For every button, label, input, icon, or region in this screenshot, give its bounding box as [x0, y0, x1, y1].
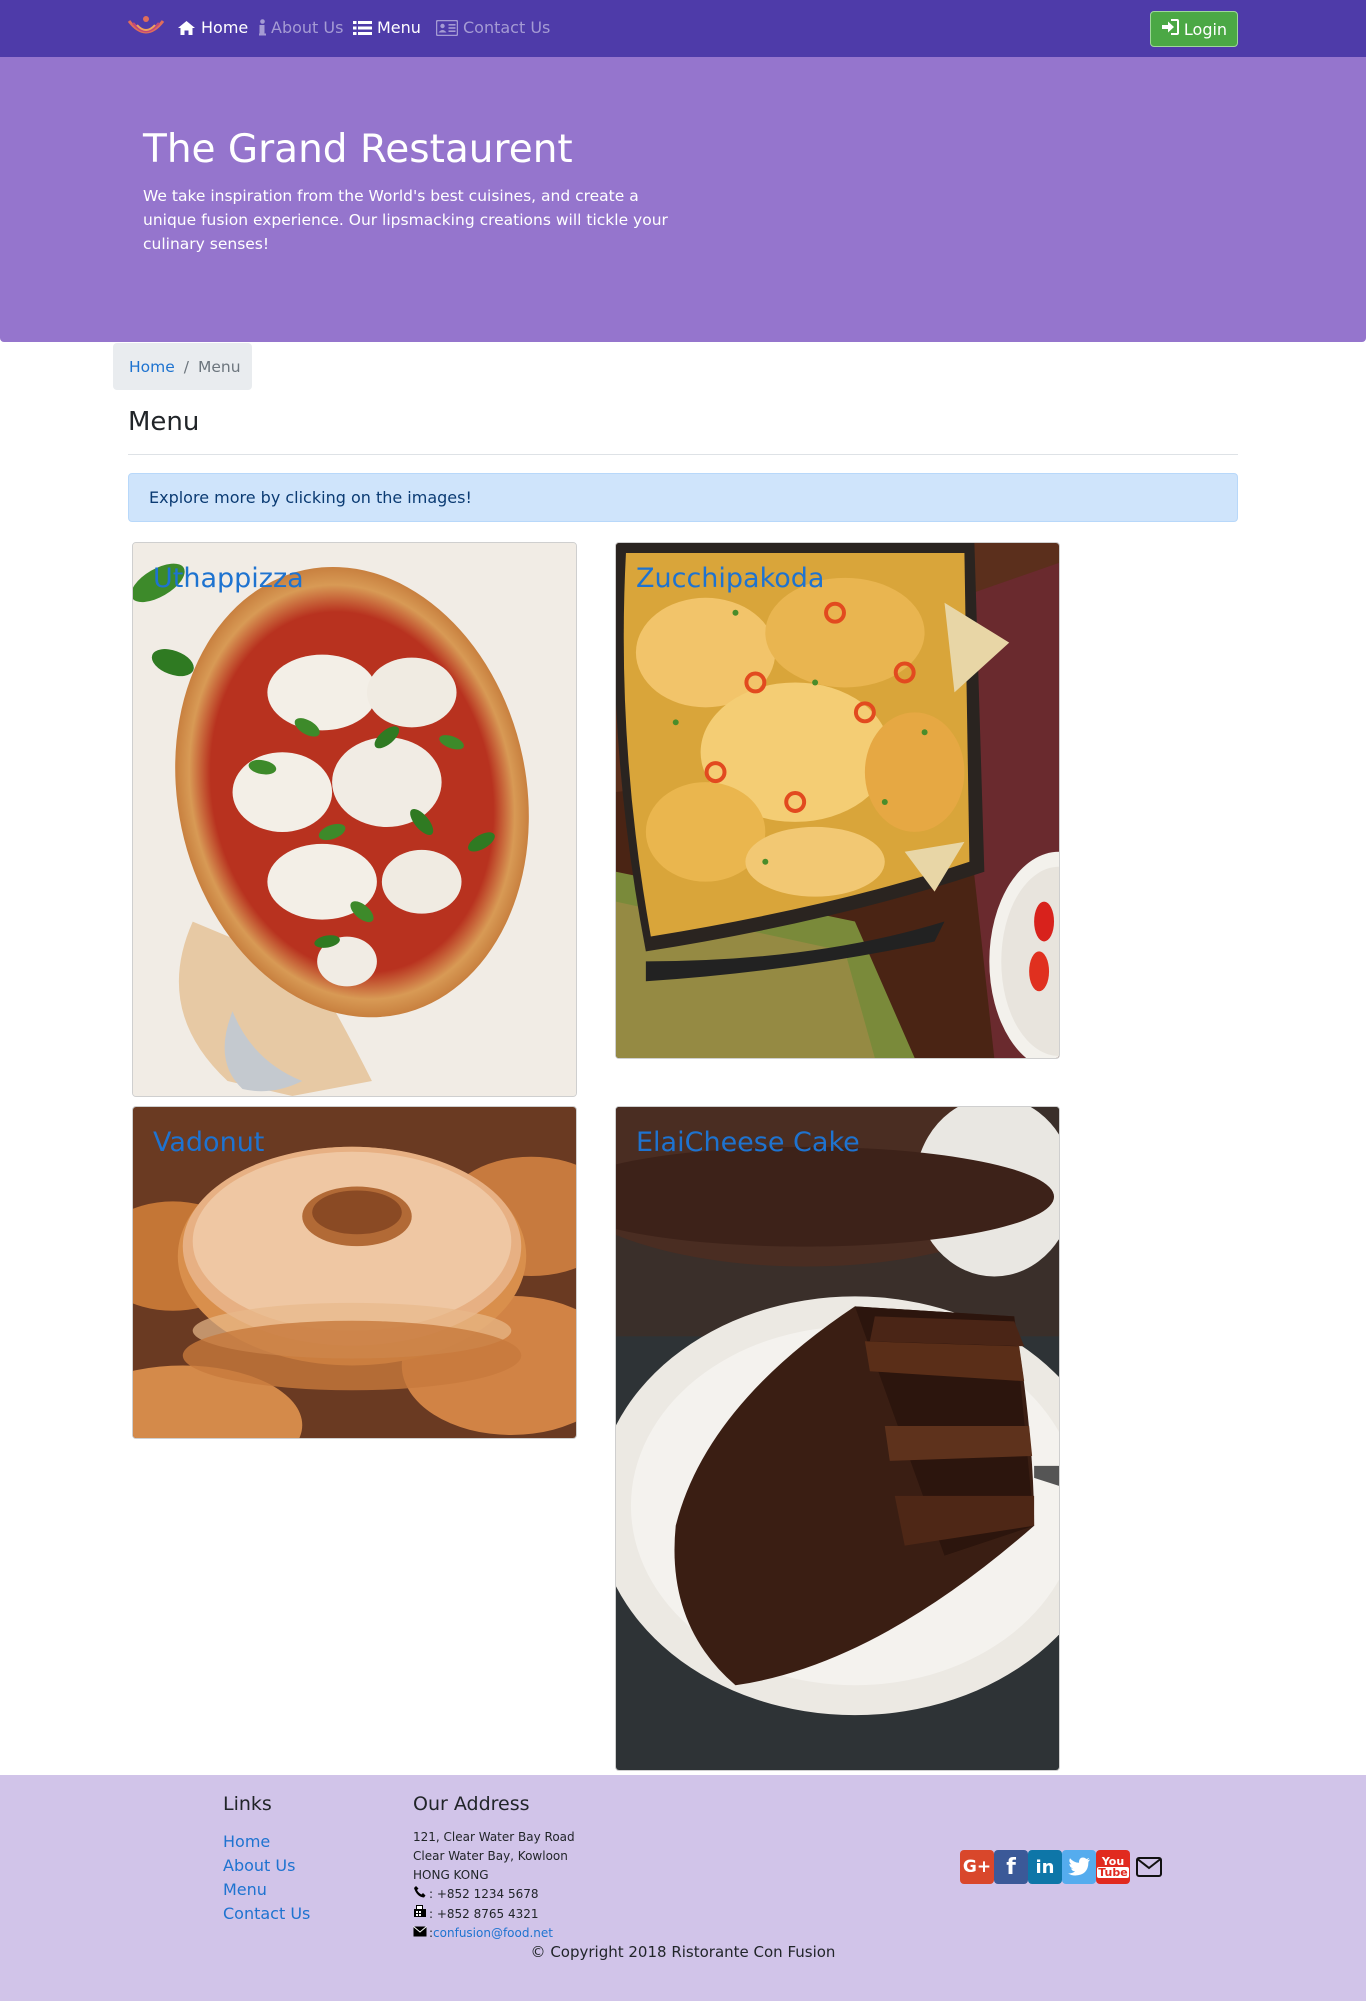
- dish-title: Uthappizza: [153, 563, 304, 594]
- address-line: Clear Water Bay, Kowloon: [413, 1849, 568, 1863]
- twitter-icon[interactable]: [1062, 1850, 1096, 1884]
- social-buttons: G+ f in You Tube: [960, 1850, 1168, 1884]
- login-label: Login: [1183, 19, 1228, 39]
- youtube-icon[interactable]: You Tube: [1096, 1850, 1130, 1884]
- divider: [128, 454, 1238, 455]
- phone-icon: [413, 1885, 429, 1904]
- home-icon: [177, 20, 196, 36]
- address-line: HONG KONG: [413, 1868, 489, 1882]
- footer-link-contact[interactable]: Contact Us: [223, 1902, 310, 1926]
- breadcrumb: Home / Menu: [113, 343, 252, 390]
- nav-item-label: Home: [201, 18, 249, 37]
- footer-links-list: Home About Us Menu Contact Us: [223, 1830, 310, 1926]
- nav-item-home[interactable]: Home: [177, 18, 248, 37]
- nav-item-label: Menu: [377, 18, 421, 37]
- info-alert: Explore more by clicking on the images!: [128, 473, 1238, 522]
- address-line: 121, Clear Water Bay Road: [413, 1830, 575, 1844]
- phone-line: : +852 1234 5678: [413, 1885, 575, 1904]
- navbar: Home About Us Menu Contact Us Login: [0, 0, 1366, 57]
- restaurant-title: The Grand Restaurent: [143, 127, 573, 172]
- breadcrumb-home-link[interactable]: Home: [129, 358, 175, 376]
- nav-item-menu[interactable]: Menu: [353, 18, 421, 37]
- nav-item-label: Contact Us: [463, 18, 551, 37]
- restaurant-logo[interactable]: [126, 13, 166, 45]
- footer-address-heading: Our Address: [413, 1793, 530, 1815]
- dish-card-elaicheese-cake[interactable]: ElaiCheese Cake: [615, 1106, 1060, 1771]
- footer-link-about[interactable]: About Us: [223, 1854, 310, 1878]
- email-line: : confusion@food.net: [413, 1924, 575, 1943]
- copyright: © Copyright 2018 Ristorante Con Fusion: [530, 1943, 836, 1961]
- address-block: 121, Clear Water Bay Road Clear Water Ba…: [413, 1828, 575, 1943]
- nav-item-contact[interactable]: Contact Us: [436, 18, 550, 37]
- chocolate-cake-image: [616, 1107, 1059, 1770]
- footer-link-home[interactable]: Home: [223, 1830, 310, 1854]
- dish-title: ElaiCheese Cake: [636, 1127, 860, 1158]
- email-link[interactable]: confusion@food.net: [433, 1924, 553, 1943]
- footer-links-heading: Links: [223, 1793, 272, 1815]
- footer: Links Home About Us Menu Contact Us Our …: [0, 1775, 1366, 2001]
- restaurant-description: We take inspiration from the World's bes…: [143, 187, 668, 253]
- phone-number: : +852 1234 5678: [429, 1887, 539, 1901]
- facebook-icon[interactable]: f: [994, 1850, 1028, 1884]
- dish-title: Zucchipakoda: [636, 563, 825, 594]
- nav-item-label: About Us: [271, 18, 344, 37]
- fax-line: : +852 8765 4321: [413, 1904, 575, 1924]
- footer-link-menu[interactable]: Menu: [223, 1878, 310, 1902]
- pizza-image: [133, 543, 576, 1096]
- envelope-icon[interactable]: [1130, 1850, 1168, 1884]
- nav-item-about[interactable]: About Us: [259, 18, 343, 37]
- sign-in-icon: [1161, 19, 1179, 39]
- breadcrumb-current: Menu: [198, 357, 241, 376]
- jumbotron: The Grand Restaurent We take inspiration…: [0, 57, 1366, 342]
- fax-icon: [413, 1904, 429, 1924]
- page-title: Menu: [128, 407, 200, 437]
- login-button[interactable]: Login: [1150, 11, 1238, 47]
- fax-number: : +852 8765 4321: [429, 1906, 539, 1921]
- list-icon: [353, 20, 372, 36]
- address-card-icon: [436, 19, 458, 36]
- dish-card-zucchipakoda[interactable]: Zucchipakoda: [615, 542, 1060, 1059]
- alert-text: Explore more by clicking on the images!: [149, 488, 472, 507]
- nachos-image: [616, 543, 1059, 1058]
- envelope-small-icon: [413, 1924, 429, 1943]
- breadcrumb-separator: /: [183, 357, 190, 376]
- google-plus-icon[interactable]: G+: [960, 1850, 994, 1884]
- linkedin-icon[interactable]: in: [1028, 1850, 1062, 1884]
- info-icon: [259, 19, 266, 36]
- dish-title: Vadonut: [153, 1127, 265, 1158]
- dish-card-vadonut[interactable]: Vadonut: [132, 1106, 577, 1439]
- dish-card-uthappizza[interactable]: Uthappizza: [132, 542, 577, 1097]
